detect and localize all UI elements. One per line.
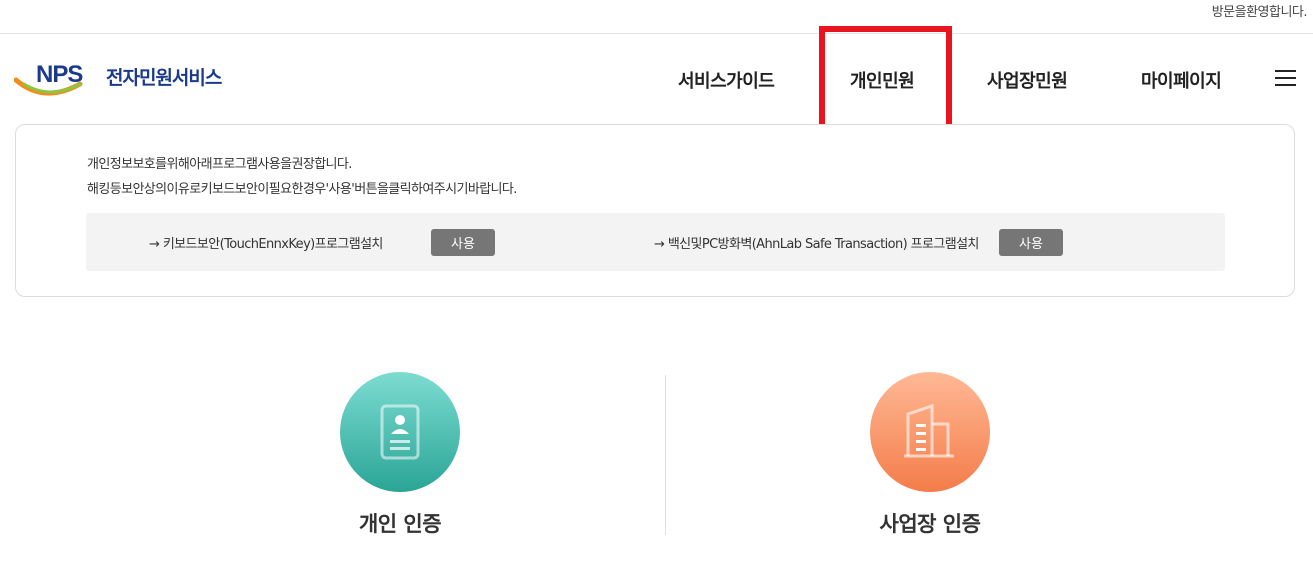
nav-personal-civil[interactable]: 개인민원 xyxy=(850,67,915,93)
site-header: NPS 전자민원서비스 서비스가이드 개인민원 사업장민원 마이페이지 xyxy=(0,26,1313,134)
antivirus-use-button[interactable]: 사용 xyxy=(999,229,1063,256)
security-notice: 개인정보보호를위해아래프로그램사용을권장합니다. 해킹등보안상의이유로키보드보안… xyxy=(15,124,1295,297)
personal-auth-circle xyxy=(340,372,460,492)
id-card-icon xyxy=(380,404,420,460)
keyboard-security-label: → 키보드보안(TouchEnnxKey)프로그램설치 xyxy=(149,237,383,252)
personal-auth-label: 개인 인증 xyxy=(358,512,442,536)
nav-mypage[interactable]: 마이페이지 xyxy=(1141,67,1222,93)
top-bar: 방문을환영합니다. xyxy=(0,0,1313,34)
auth-divider xyxy=(665,375,666,535)
hamburger-icon[interactable] xyxy=(1275,70,1296,88)
logo-service-name: 전자민원서비스 xyxy=(106,67,222,89)
personal-auth-card[interactable]: 개인 인증 xyxy=(280,372,520,542)
program-install-row: → 키보드보안(TouchEnnxKey)프로그램설치 사용 → 백신및PC방화… xyxy=(86,213,1225,271)
nav-business-civil[interactable]: 사업장민원 xyxy=(987,67,1068,93)
notice-text-2: 해킹등보안상의이유로키보드보안이필요한경우'사용'버튼을클릭하여주시기바랍니다. xyxy=(87,182,517,197)
business-auth-label: 사업장 인증 xyxy=(879,512,981,536)
keyboard-security-use-button[interactable]: 사용 xyxy=(431,229,495,256)
nps-logo[interactable]: NPS 전자민원서비스 xyxy=(13,60,254,110)
business-auth-card[interactable]: 사업장 인증 xyxy=(810,372,1050,542)
welcome-message: 방문을환영합니다. xyxy=(1211,5,1308,20)
building-icon xyxy=(904,403,954,458)
nav-service-guide[interactable]: 서비스가이드 xyxy=(678,67,775,93)
nps-logo-icon: NPS xyxy=(13,61,84,96)
business-auth-circle xyxy=(870,372,990,492)
notice-text-1: 개인정보보호를위해아래프로그램사용을권장합니다. xyxy=(87,157,352,172)
antivirus-label: → 백신및PC방화벽(AhnLab Safe Transaction) 프로그램… xyxy=(654,237,979,252)
